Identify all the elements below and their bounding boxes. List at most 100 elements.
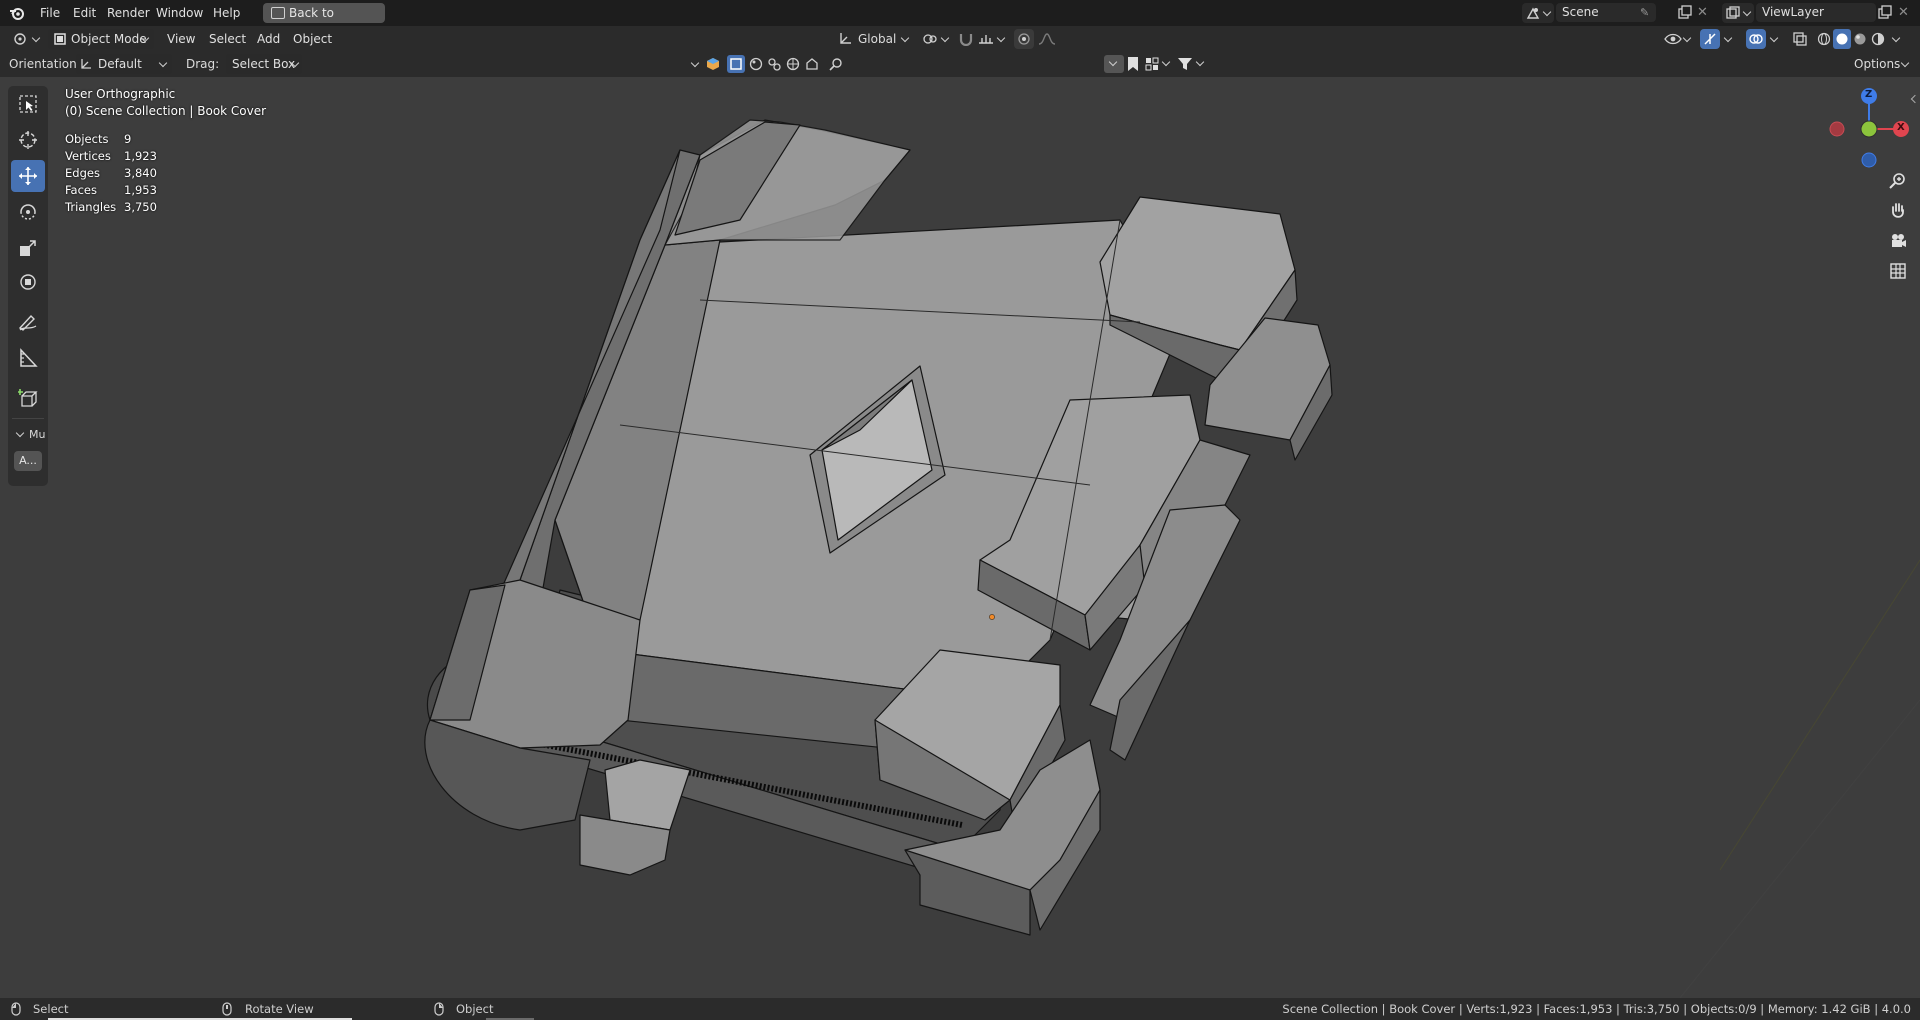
- scene-name-field[interactable]: Scene ✎: [1556, 3, 1656, 22]
- overlays-dropdown[interactable]: [1768, 29, 1782, 49]
- move-tool[interactable]: [11, 160, 45, 192]
- menu-file[interactable]: File: [33, 3, 67, 23]
- bookmark-icon[interactable]: [1127, 56, 1139, 72]
- display-mode-icon: [1145, 57, 1159, 71]
- snap-target-dropdown[interactable]: [976, 29, 1008, 49]
- modifier-apply-button[interactable]: A...: [14, 451, 42, 471]
- navigation-gizmo[interactable]: Z X: [1828, 88, 1910, 170]
- menu-view[interactable]: View: [160, 29, 202, 49]
- ruler-icon: [20, 348, 38, 367]
- gizmo-dropdown[interactable]: [1722, 29, 1736, 49]
- neg-z-axis-dot[interactable]: [1861, 152, 1877, 168]
- menu-help[interactable]: Help: [206, 3, 247, 23]
- book-cover-mesh[interactable]: [424, 119, 1333, 936]
- ortho-toggle-button[interactable]: [1885, 258, 1911, 284]
- shading-solid-button[interactable]: [1833, 29, 1851, 49]
- light-filter-icon[interactable]: [767, 57, 781, 71]
- falloff-dropdown[interactable]: [1036, 29, 1064, 49]
- rotate-tool[interactable]: [11, 196, 45, 228]
- shading-material-button[interactable]: [1851, 29, 1869, 49]
- xray-toggle[interactable]: [1790, 29, 1810, 49]
- view-name: User Orthographic: [65, 87, 176, 101]
- zoom-button[interactable]: [1885, 168, 1911, 194]
- measure-tool[interactable]: [11, 342, 45, 374]
- add-cube-tool[interactable]: [11, 382, 45, 414]
- scene-type-dropdown[interactable]: [1522, 3, 1554, 23]
- snap-toggle[interactable]: [956, 29, 976, 49]
- magnet-icon: [959, 34, 973, 46]
- display-mode-dropdown[interactable]: [1144, 55, 1172, 73]
- x-axis-label: X: [1897, 122, 1905, 133]
- overlays-icon: [1749, 34, 1763, 44]
- proportional-circle-icon: [1018, 33, 1030, 45]
- gizmo-toggle[interactable]: [1700, 29, 1720, 49]
- orientation-value: Default: [98, 57, 142, 71]
- blender-logo-icon[interactable]: [9, 5, 25, 21]
- new-view-layer-button[interactable]: [1876, 4, 1894, 22]
- pin-icon[interactable]: ✎: [1640, 3, 1649, 22]
- delete-scene-button[interactable]: ✕: [1697, 4, 1713, 22]
- overlays-toggle[interactable]: [1746, 29, 1766, 49]
- funnel-icon: [1178, 58, 1192, 70]
- duplicate-icon: [1878, 5, 1892, 19]
- shading-rendered-button[interactable]: [1869, 29, 1887, 49]
- stat-label-vertices: Vertices: [65, 149, 111, 163]
- scale-tool[interactable]: [11, 232, 45, 264]
- editor-type-dropdown[interactable]: [9, 29, 45, 49]
- drag-dropdown[interactable]: Select Box: [226, 54, 302, 74]
- stat-value-objects: 9: [124, 132, 132, 146]
- filter-dropdown[interactable]: [1176, 55, 1206, 73]
- menu-window[interactable]: Window: [149, 3, 210, 23]
- filter-expand-button[interactable]: [690, 56, 702, 72]
- shading-dropdown[interactable]: [1890, 29, 1904, 49]
- filter-sort-button[interactable]: [1104, 55, 1124, 73]
- pencil-icon: [18, 314, 37, 331]
- object-mode-icon: [54, 33, 66, 45]
- menu-select[interactable]: Select: [202, 29, 253, 49]
- mode-dropdown[interactable]: Object Mode: [48, 29, 154, 49]
- snap-increment-icon: [979, 35, 993, 44]
- shading-wireframe-button[interactable]: [1815, 29, 1833, 49]
- collection-icon[interactable]: [706, 57, 720, 71]
- cursor-tool[interactable]: [11, 124, 45, 156]
- world-filter-icon[interactable]: [786, 57, 800, 71]
- view-layer-type-dropdown[interactable]: [1722, 3, 1754, 23]
- options-dropdown[interactable]: Options: [1846, 54, 1912, 74]
- scene-name: Scene: [1562, 5, 1599, 19]
- menu-add[interactable]: Add: [250, 29, 287, 49]
- visibility-dropdown[interactable]: [1662, 29, 1694, 49]
- view-layer-field[interactable]: ViewLayer: [1756, 3, 1876, 22]
- neg-x-axis-dot[interactable]: [1829, 121, 1845, 137]
- back-to-previous-button[interactable]: Back to Previous: [263, 3, 385, 40]
- status-object: Object: [456, 1002, 494, 1016]
- top-bar: File Edit Render Window Help Back to Pre…: [0, 0, 1920, 40]
- transform-tool[interactable]: [11, 266, 45, 298]
- sidebar-collapse-arrow[interactable]: [1910, 94, 1920, 106]
- stat-label-objects: Objects: [65, 132, 109, 146]
- pivot-point-dropdown[interactable]: [920, 29, 952, 49]
- pan-button[interactable]: [1885, 198, 1911, 224]
- viewport-3d[interactable]: [0, 77, 1920, 998]
- camera-view-button[interactable]: [1885, 228, 1911, 254]
- y-axis-dot[interactable]: [1860, 120, 1878, 138]
- outliner-search-input[interactable]: [846, 55, 1102, 73]
- annotate-tool[interactable]: [11, 306, 45, 338]
- scene-filter-icon[interactable]: [805, 57, 819, 71]
- orientation-label: Orientation:: [9, 57, 81, 71]
- select-object-button[interactable]: [727, 55, 745, 73]
- modifier-panel-header[interactable]: Mu: [12, 426, 46, 444]
- menu-object[interactable]: Object: [286, 29, 339, 49]
- select-box-icon: [19, 95, 37, 113]
- object-origin-dot: [989, 614, 995, 620]
- delete-view-layer-button[interactable]: ✕: [1898, 4, 1914, 22]
- chevron-left-icon: [1910, 94, 1920, 104]
- new-scene-button[interactable]: [1676, 4, 1694, 22]
- transform-orientation-dropdown[interactable]: Global: [834, 29, 914, 49]
- falloff-curve-icon: [1038, 33, 1056, 45]
- select-box-tool[interactable]: [11, 88, 45, 120]
- orientation-dropdown[interactable]: Default: [76, 54, 172, 74]
- menu-edit[interactable]: Edit: [66, 3, 103, 23]
- stat-label-faces: Faces: [65, 183, 97, 197]
- sphere-filter-icon[interactable]: [749, 57, 763, 71]
- proportional-edit-toggle[interactable]: [1014, 29, 1034, 49]
